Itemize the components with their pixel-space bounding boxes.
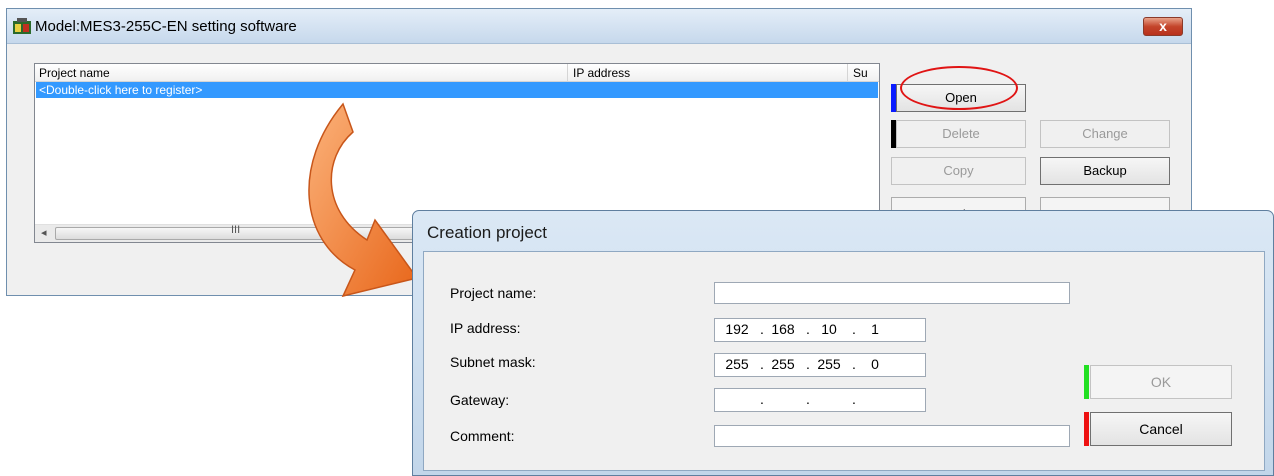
ok-indicator [1084,365,1089,399]
dialog-body: Project name: IP address: 192 . 168 . 10… [423,251,1265,471]
gateway-dot: . [760,391,764,407]
scroll-left-icon[interactable]: ◂ [41,226,47,239]
window-title: Model:MES3-255C-EN setting software [35,18,297,35]
gateway-dot: . [806,391,810,407]
column-header-project-name[interactable]: Project name [39,66,110,80]
column-header-su[interactable]: Su [853,66,868,80]
column-divider[interactable] [567,64,568,81]
cancel-button[interactable]: Cancel [1090,412,1232,446]
app-icon [13,18,31,34]
subnet-octet[interactable]: 255 [719,354,755,374]
creation-project-dialog: Creation project Project name: IP addres… [412,210,1274,476]
gateway-dot: . [852,391,856,407]
gateway-input[interactable]: . . . [714,388,926,412]
delete-button[interactable]: Delete [896,120,1026,148]
close-button[interactable]: x [1143,17,1183,36]
scroll-grip-icon: III [231,224,241,236]
column-divider[interactable] [847,64,848,81]
subnet-octet[interactable]: 0 [857,354,893,374]
close-icon: x [1159,18,1167,34]
subnet-octet[interactable]: 255 [765,354,801,374]
ok-button[interactable]: OK [1090,365,1232,399]
ip-octet[interactable]: 10 [811,319,847,339]
title-bar: Model:MES3-255C-EN setting software x [7,9,1191,44]
subnet-octet[interactable]: 255 [811,354,847,374]
ip-octet[interactable]: 1 [857,319,893,339]
column-header-ip-address[interactable]: IP address [573,66,630,80]
dialog-title: Creation project [427,223,548,242]
change-button[interactable]: Change [1040,120,1170,148]
ip-octet[interactable]: 168 [765,319,801,339]
backup-button[interactable]: Backup [1040,157,1170,185]
open-highlight-circle [900,66,1018,110]
ip-octet[interactable]: 192 [719,319,755,339]
ip-address-label: IP address: [450,320,521,336]
project-name-label: Project name: [450,285,537,301]
list-header: Project name IP address Su [35,64,879,82]
comment-input[interactable] [714,425,1070,447]
subnet-mask-input[interactable]: 255 . 255 . 255 . 0 [714,353,926,377]
curved-arrow-icon [308,102,419,298]
copy-button[interactable]: Copy [891,157,1026,185]
subnet-mask-label: Subnet mask: [450,354,536,370]
list-item-register[interactable]: <Double-click here to register> [36,82,878,98]
ip-address-input[interactable]: 192 . 168 . 10 . 1 [714,318,926,342]
project-name-input[interactable] [714,282,1070,304]
comment-label: Comment: [450,428,515,444]
gateway-label: Gateway: [450,392,510,408]
cancel-indicator [1084,412,1089,446]
